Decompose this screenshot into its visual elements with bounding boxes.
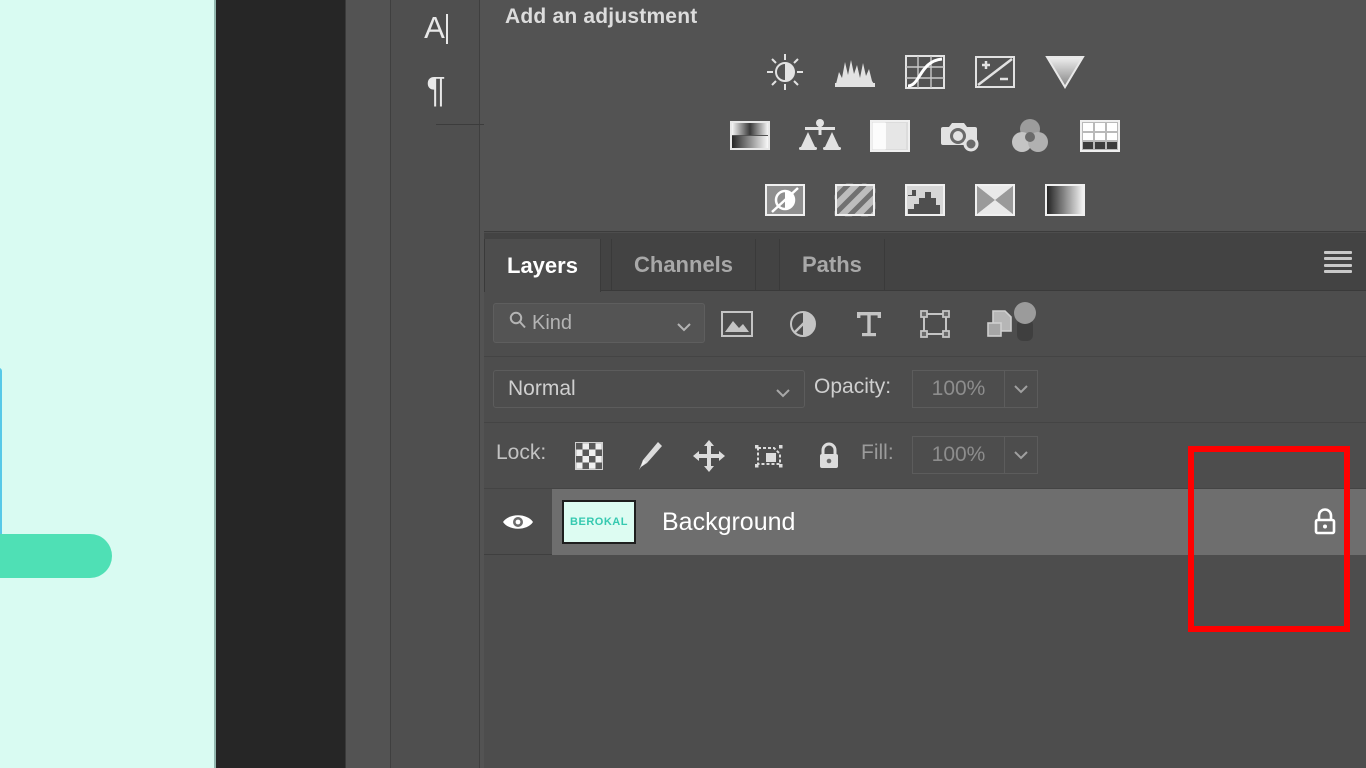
fill-input[interactable]: 100% bbox=[912, 436, 1004, 474]
tab-layers[interactable]: Layers bbox=[484, 239, 601, 292]
adjustment-icon-grid bbox=[484, 40, 1366, 232]
paragraph-panel-icon: ¶ bbox=[426, 72, 445, 108]
photo-filter-icon[interactable] bbox=[937, 113, 983, 159]
photoshop-window: A ¶ Add an adjustment bbox=[0, 0, 1366, 768]
layers-panel: Layers Channels Paths bbox=[484, 233, 1366, 768]
lock-buttons bbox=[572, 435, 846, 477]
lock-all-icon[interactable] bbox=[812, 437, 846, 475]
filter-kind-label: Kind bbox=[532, 312, 572, 335]
filter-enable-toggle[interactable] bbox=[1012, 299, 1038, 347]
lock-transparent-pixels-icon[interactable] bbox=[572, 437, 606, 475]
tab-layers-label: Layers bbox=[507, 253, 578, 279]
filter-type-layers-icon[interactable] bbox=[851, 306, 887, 342]
selective-color-icon[interactable] bbox=[1042, 177, 1088, 223]
blend-mode-select[interactable]: Normal bbox=[493, 370, 805, 408]
filter-kind-select[interactable]: Kind bbox=[493, 303, 705, 343]
black-and-white-icon[interactable] bbox=[867, 113, 913, 159]
hue-saturation-icon[interactable] bbox=[727, 113, 773, 159]
fill-label: Fill: bbox=[861, 441, 894, 465]
adjustment-row-2 bbox=[484, 104, 1366, 168]
posterize-icon[interactable] bbox=[832, 177, 878, 223]
color-lookup-icon[interactable] bbox=[1077, 113, 1123, 159]
search-icon bbox=[508, 310, 528, 336]
filter-shape-layers-icon[interactable] bbox=[917, 306, 953, 342]
tab-channels-label: Channels bbox=[634, 252, 733, 278]
chevron-down-icon bbox=[676, 316, 692, 339]
canvas-rounded-bar-shape bbox=[0, 534, 112, 578]
layer-list-empty-area bbox=[484, 555, 1366, 705]
layer-lock-icon[interactable] bbox=[1310, 489, 1340, 555]
adjustment-row-1 bbox=[484, 40, 1366, 104]
character-panel-button[interactable]: A bbox=[391, 0, 481, 56]
layer-name-label: Background bbox=[662, 508, 795, 537]
adjustments-panel: Add an adjustment bbox=[484, 0, 1366, 232]
panel-tab-bar: Layers Channels Paths bbox=[484, 233, 1366, 291]
channel-mixer-icon[interactable] bbox=[1007, 113, 1053, 159]
lock-position-icon[interactable] bbox=[692, 437, 726, 475]
layer-row-body[interactable]: BEROKAL Background bbox=[552, 489, 1366, 555]
layer-list: BEROKAL Background bbox=[484, 489, 1366, 705]
layer-thumbnail-text: BEROKAL bbox=[570, 516, 628, 528]
workspace-background bbox=[216, 0, 345, 768]
gradient-map-icon[interactable] bbox=[972, 177, 1018, 223]
blend-mode-row: Normal Opacity: 100% bbox=[484, 357, 1366, 423]
lock-image-pixels-icon[interactable] bbox=[632, 437, 666, 475]
collapsed-panel-dock: A ¶ bbox=[345, 0, 484, 768]
lock-label: Lock: bbox=[496, 441, 546, 465]
invert-icon[interactable] bbox=[762, 177, 808, 223]
adjustment-row-3 bbox=[484, 168, 1366, 232]
document-canvas[interactable] bbox=[0, 0, 216, 768]
table-row[interactable]: BEROKAL Background bbox=[484, 489, 1366, 555]
layer-thumbnail[interactable]: BEROKAL bbox=[562, 500, 636, 544]
curves-icon[interactable] bbox=[902, 49, 948, 95]
opacity-label: Opacity: bbox=[814, 375, 891, 399]
right-panel-column: Add an adjustment bbox=[484, 0, 1366, 768]
filter-adjustment-layers-icon[interactable] bbox=[785, 306, 821, 342]
filter-pixel-layers-icon[interactable] bbox=[719, 306, 755, 342]
brightness-contrast-icon[interactable] bbox=[762, 49, 808, 95]
dock-inner-column: A ¶ bbox=[390, 0, 480, 768]
tab-paths[interactable]: Paths bbox=[779, 239, 885, 291]
blend-mode-value: Normal bbox=[508, 377, 576, 401]
tab-paths-label: Paths bbox=[802, 252, 862, 278]
paragraph-panel-button[interactable]: ¶ bbox=[391, 62, 481, 118]
exposure-icon[interactable] bbox=[972, 49, 1018, 95]
chevron-down-icon bbox=[774, 382, 792, 406]
opacity-value: 100% bbox=[932, 377, 986, 401]
layer-type-filter-icons bbox=[719, 303, 1019, 345]
fill-value: 100% bbox=[932, 443, 986, 467]
character-panel-icon: A bbox=[424, 12, 448, 44]
tab-channels[interactable]: Channels bbox=[611, 239, 756, 291]
lock-artboard-nesting-icon[interactable] bbox=[752, 437, 786, 475]
fill-stepper[interactable] bbox=[1004, 436, 1038, 474]
lock-row: Lock: bbox=[484, 423, 1366, 489]
color-balance-icon[interactable] bbox=[797, 113, 843, 159]
opacity-input[interactable]: 100% bbox=[912, 370, 1004, 408]
opacity-stepper[interactable] bbox=[1004, 370, 1038, 408]
hamburger-menu-icon[interactable] bbox=[1324, 251, 1352, 273]
levels-icon[interactable] bbox=[832, 49, 878, 95]
adjustments-title: Add an adjustment bbox=[505, 5, 697, 29]
layer-visibility-eye-icon[interactable] bbox=[484, 489, 552, 555]
layer-filter-row: Kind bbox=[484, 291, 1366, 357]
vibrance-icon[interactable] bbox=[1042, 49, 1088, 95]
threshold-icon[interactable] bbox=[902, 177, 948, 223]
